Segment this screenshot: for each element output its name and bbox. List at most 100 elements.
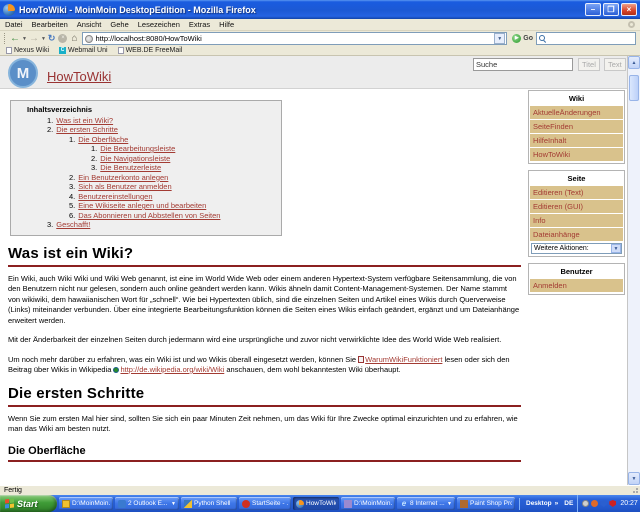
vertical-scrollbar[interactable]: ▲ ▼ — [627, 56, 640, 485]
browser-viewport: M HowToWiki Titel Text Inhaltsverzeichni… — [0, 56, 640, 485]
taskbar-button-python-shell[interactable]: Python Shell — [181, 497, 237, 510]
bookmark-page-icon — [6, 47, 12, 54]
sidebar-item-editieren-text[interactable]: Editieren (Text) — [530, 186, 623, 199]
go-button[interactable]: ▶ Go — [512, 34, 533, 43]
chevron-right-icon[interactable]: » — [555, 500, 559, 507]
bookmarks-toolbar: Nexus Wiki C Webmail Uni WEB.DE FreeMail — [0, 46, 640, 56]
sidebar-item-info[interactable]: Info — [530, 214, 623, 227]
internet-explorer-icon: e — [400, 500, 408, 508]
menu-hilfe[interactable]: Hilfe — [219, 20, 234, 29]
toc-number: 4. — [69, 192, 75, 201]
restore-button[interactable]: ❐ — [603, 3, 619, 16]
forward-dropdown-icon[interactable]: ▼ — [40, 36, 47, 42]
sidebar-item-seitefinden[interactable]: SeiteFinden — [530, 120, 623, 133]
toc-item: 2.Die Navigationsleiste — [17, 154, 275, 164]
taskbar-button-outlook-group[interactable]: 2 Outlook E... ▼ — [115, 497, 179, 510]
taskbar-button-explorer[interactable]: D:\MoinMoin... — [59, 497, 113, 510]
taskbar-clock[interactable]: 20:27 — [618, 500, 640, 507]
sidebar-item-hilfeinhalt[interactable]: HilfeInhalt — [530, 134, 623, 147]
menu-gehe[interactable]: Gehe — [110, 20, 128, 29]
taskbar-button-howtowiki[interactable]: HowToWiki - ... — [293, 497, 339, 510]
toc-link[interactable]: Benutzereinstellungen — [78, 192, 152, 201]
desktop-label: Desktop — [526, 500, 552, 507]
toc-link[interactable]: Die Oberfläche — [78, 135, 128, 144]
toc-link[interactable]: Die Bearbeitungsleiste — [100, 144, 175, 153]
sidebar-item-howtowiki[interactable]: HowToWiki — [530, 148, 623, 161]
sidebar-item-dateianhaenge[interactable]: Dateianhänge — [530, 228, 623, 241]
wikipedia-link[interactable]: http://de.wikipedia.org/wiki/Wiki — [120, 365, 224, 374]
toc-link[interactable]: Die ersten Schritte — [56, 125, 118, 134]
task-label: D:\MoinMoin... — [354, 500, 392, 507]
tray-shield-blue-icon[interactable] — [600, 500, 607, 507]
menu-lesezeichen[interactable]: Lesezeichen — [138, 20, 180, 29]
minimize-button[interactable]: – — [585, 3, 601, 16]
bookmark-page-icon — [118, 47, 124, 54]
url-history-dropdown-icon[interactable]: ▼ — [494, 33, 505, 44]
taskbar-button-ie-group[interactable]: e 8 Internet ... ▼ — [397, 497, 455, 510]
search-title-button[interactable]: Titel — [578, 58, 600, 71]
menu-ansicht[interactable]: Ansicht — [77, 20, 102, 29]
toc-item: 2.Ein Benutzerkonto anlegen — [17, 173, 275, 183]
warumwikifunktioniert-link[interactable]: WarumWikiFunktioniert — [365, 355, 442, 364]
sidebar-box-benutzer: Benutzer Anmelden — [528, 263, 625, 295]
sidebar-item-aktuelleaenderungen[interactable]: AktuelleÄnderungen — [530, 106, 623, 119]
browser-search-box[interactable] — [536, 32, 636, 45]
scroll-down-icon[interactable]: ▼ — [628, 472, 640, 485]
desktop-toolbar[interactable]: Desktop » — [523, 500, 561, 507]
toc-link[interactable]: Was ist ein Wiki? — [56, 116, 113, 125]
sidebar-item-editieren-gui[interactable]: Editieren (GUI) — [530, 200, 623, 213]
bookmark-webmail-uni[interactable]: C Webmail Uni — [59, 47, 108, 54]
start-button[interactable]: Start — [0, 495, 57, 512]
scroll-up-icon[interactable]: ▲ — [628, 56, 640, 69]
bookmark-webde-freemail[interactable]: WEB.DE FreeMail — [118, 47, 183, 54]
toc-item: 1.Die Bearbeitungsleiste — [17, 144, 275, 154]
menu-bearbeiten[interactable]: Bearbeiten — [32, 20, 68, 29]
sidebar-box-seite: Seite Editieren (Text) Editieren (GUI) I… — [528, 170, 625, 257]
sidebar-item-anmelden[interactable]: Anmelden — [530, 279, 623, 292]
task-label: 2 Outlook E... — [128, 500, 167, 507]
tray-update-icon[interactable] — [591, 500, 598, 507]
toc-link[interactable]: Das Abonnieren und Abbstellen von Seiten — [78, 211, 220, 220]
toc-number: 3. — [91, 163, 97, 172]
forward-button[interactable]: → — [28, 32, 40, 45]
scrollbar-thumb[interactable] — [629, 75, 639, 101]
wiki-page-body: Inhaltsverzeichnis 1.Was ist ein Wiki? 2… — [0, 89, 627, 485]
toc-link[interactable]: Die Benutzerleiste — [100, 163, 161, 172]
toc-number: 6. — [69, 211, 75, 220]
toolbar-grip — [4, 33, 7, 44]
windows-flag-icon — [5, 499, 14, 509]
wiki-search-input[interactable] — [473, 58, 573, 71]
toc-link[interactable]: Die Navigationsleiste — [100, 154, 170, 163]
chevron-down-icon: ▼ — [611, 244, 621, 253]
url-bar[interactable]: http://localhost:8080/HowToWiki ▼ — [82, 32, 508, 45]
toc-link[interactable]: Sich als Benutzer anmelden — [78, 182, 171, 191]
url-text[interactable]: http://localhost:8080/HowToWiki — [96, 34, 495, 43]
search-text-button[interactable]: Text — [604, 58, 626, 71]
taskbar-button-paint-shop-pro[interactable]: Paint Shop Pro — [457, 497, 515, 510]
toc-link[interactable]: Ein Benutzerkonto anlegen — [78, 173, 168, 182]
language-indicator[interactable]: DE — [561, 500, 576, 507]
window-titlebar[interactable]: HowToWiki - MoinMoin DesktopEdition - Mo… — [0, 0, 640, 19]
start-label: Start — [17, 499, 38, 509]
toc-link[interactable]: Eine Wikiseite anlegen und bearbeiten — [78, 201, 206, 210]
menu-datei[interactable]: Datei — [5, 20, 23, 29]
throbber-icon — [628, 21, 635, 28]
taskbar-button-startseite[interactable]: StartSeite - ... — [239, 497, 291, 510]
menu-extras[interactable]: Extras — [189, 20, 210, 29]
toc-link[interactable]: Geschafft! — [56, 220, 90, 229]
group-dropdown-icon: ▼ — [171, 501, 176, 507]
back-dropdown-icon[interactable]: ▼ — [21, 36, 28, 42]
tray-clock-icon[interactable] — [582, 500, 589, 507]
wiki-page-title-link[interactable]: HowToWiki — [47, 69, 111, 84]
taskbar-button-moinmoin-app[interactable]: D:\MoinMoin... — [341, 497, 395, 510]
stop-button[interactable]: × — [58, 34, 67, 43]
reload-button[interactable]: ↻ — [47, 32, 57, 45]
tray-antivirus-icon[interactable] — [609, 500, 616, 507]
weitere-aktionen-dropdown[interactable]: Weitere Aktionen: ▼ — [531, 243, 622, 254]
home-button[interactable]: ⌂ — [71, 33, 77, 44]
back-button[interactable]: ← — [9, 32, 21, 45]
paragraph-text: anschauen, dem wohl bekanntesten Wiki üb… — [224, 365, 400, 374]
heading-was-ist-ein-wiki: Was ist ein Wiki? — [8, 245, 521, 267]
close-button[interactable]: × — [621, 3, 637, 16]
bookmark-nexus-wiki[interactable]: Nexus Wiki — [6, 47, 49, 54]
